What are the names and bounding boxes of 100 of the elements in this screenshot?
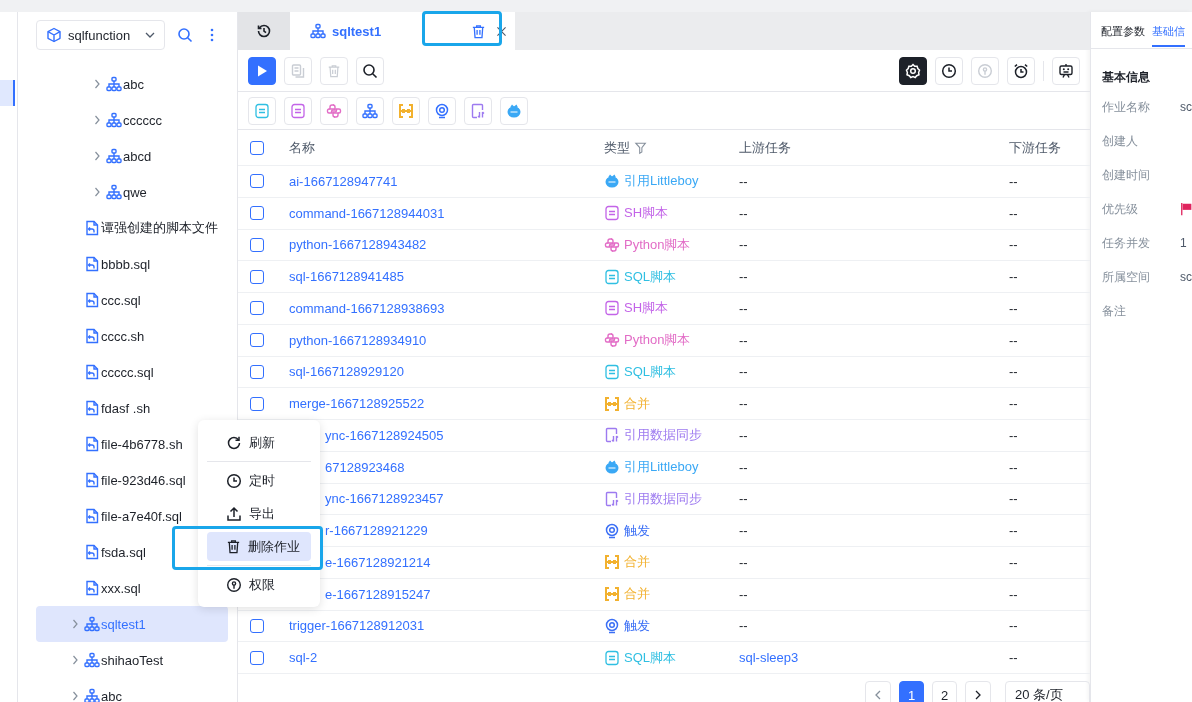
field-value: sc (1180, 100, 1192, 114)
flow-icon (106, 184, 122, 200)
table-cell: -- (1009, 523, 1018, 539)
littleboy-node-button[interactable] (500, 96, 528, 125)
file-icon (84, 220, 100, 236)
next-page-button[interactable] (965, 681, 991, 702)
job-name-link[interactable]: ai-1667128947741 (289, 173, 398, 189)
tree-item[interactable]: qwe (36, 174, 228, 210)
tree-item[interactable]: fdasf .sh (36, 390, 228, 426)
job-name-link[interactable]: e-1667128921214 (325, 554, 431, 570)
table-cell: -- (739, 459, 748, 475)
table-cell: -- (739, 237, 748, 253)
table-cell: -- (1009, 586, 1018, 602)
tree-item[interactable]: abcd (36, 138, 228, 174)
job-name-link[interactable]: sql-2 (289, 650, 318, 666)
clock-button[interactable] (935, 56, 963, 85)
table-cell: -- (1009, 300, 1018, 316)
table-cell: -- (739, 173, 748, 189)
row-checkbox[interactable] (250, 618, 264, 633)
history-tab[interactable] (238, 12, 290, 50)
job-name-link[interactable]: e-1667128915247 (325, 586, 431, 602)
more-icon (210, 28, 214, 42)
tree-item[interactable]: cccc.sh (36, 318, 228, 354)
tree-item[interactable]: 谭强创建的脚本文件 (36, 210, 228, 246)
more-button[interactable] (210, 28, 214, 42)
workspace-select[interactable]: sqlfunction (36, 20, 165, 50)
panel-tab[interactable]: 基础信 (1152, 20, 1185, 47)
page-size-select[interactable]: 20 条/页 (1005, 681, 1090, 702)
job-name-link[interactable]: command-1667128944031 (289, 205, 445, 221)
job-type: 引用数据同步 (624, 426, 702, 445)
row-checkbox[interactable] (250, 333, 264, 348)
key-icon (226, 576, 242, 593)
merge-node-button[interactable] (392, 96, 420, 125)
table-cell: -- (1009, 427, 1018, 443)
job-name-link[interactable]: ync-1667128923457 (325, 491, 444, 507)
job-type: SQL脚本 (624, 362, 676, 381)
filter-button[interactable] (634, 140, 648, 155)
job-name-link[interactable]: python-1667128934910 (289, 332, 427, 348)
robot-button[interactable] (1052, 56, 1080, 85)
table-cell: -- (1009, 364, 1018, 380)
robot-icon (1058, 62, 1074, 79)
tree-item[interactable]: abc (36, 66, 228, 102)
field-value: 1 (1180, 236, 1187, 250)
row-checkbox[interactable] (250, 206, 264, 221)
settings-button[interactable] (899, 56, 927, 85)
tab[interactable]: sqltest1 (290, 12, 515, 50)
table-cell: -- (739, 491, 748, 507)
job-name-link[interactable]: trigger-1667128912031 (289, 618, 425, 634)
python-node-button[interactable] (320, 96, 348, 125)
trash-icon (327, 63, 341, 78)
job-name-link[interactable]: python-1667128943482 (289, 237, 427, 253)
alarm-button[interactable] (1007, 56, 1035, 85)
tree-item[interactable]: bbbb.sql (36, 246, 228, 282)
trigger-node-button[interactable] (428, 96, 456, 125)
flag-icon (1180, 202, 1192, 216)
file-icon (84, 400, 100, 416)
job-name-link[interactable]: merge-1667128925522 (289, 396, 425, 412)
chevron-icon (92, 186, 102, 198)
field-label: 作业名称 (1102, 98, 1151, 116)
row-checkbox[interactable] (250, 650, 264, 665)
upstream-link[interactable]: sql-sleep3 (739, 650, 799, 666)
job-name-link[interactable]: ync-1667128924505 (325, 427, 444, 443)
tree-item[interactable]: ccc.sql (36, 282, 228, 318)
row-checkbox[interactable] (250, 301, 264, 316)
trash-icon (471, 23, 486, 39)
row-checkbox[interactable] (250, 269, 264, 284)
datasync-node-button[interactable] (464, 96, 492, 125)
job-name-link[interactable]: 67128923468 (325, 459, 405, 475)
row-checkbox[interactable] (250, 396, 264, 411)
job-type: 触发 (624, 521, 650, 540)
table-cell: -- (1009, 269, 1018, 285)
panel-tab[interactable]: 配置参数 (1101, 20, 1145, 47)
tree-item[interactable]: sqltest1 (36, 606, 228, 642)
flow-icon (84, 616, 100, 632)
tree-item[interactable]: shihaoTest (36, 642, 228, 678)
row-checkbox[interactable] (250, 237, 264, 252)
row-checkbox[interactable] (250, 174, 264, 189)
page-button[interactable]: 1 (899, 681, 924, 702)
page-button[interactable]: 2 (932, 681, 957, 702)
select-all-checkbox[interactable] (250, 140, 264, 155)
run-button[interactable] (248, 56, 276, 85)
tree-item[interactable]: cccccc (36, 102, 228, 138)
job-name-link[interactable]: sql-1667128941485 (289, 269, 404, 285)
search-button[interactable] (356, 56, 384, 85)
tree-item[interactable]: ccccc.sql (36, 354, 228, 390)
clock-icon (226, 472, 242, 489)
cube-icon (46, 27, 62, 43)
sql-node-button[interactable] (248, 96, 276, 125)
table-cell: -- (739, 427, 748, 443)
job-name-link[interactable]: sql-1667128929120 (289, 364, 404, 380)
job-name-link[interactable]: command-1667128938693 (289, 300, 445, 316)
row-checkbox[interactable] (250, 364, 264, 379)
flow-node-button[interactable] (356, 96, 384, 125)
sh-node-button[interactable] (284, 96, 312, 125)
job-name-link[interactable]: r-1667128921229 (325, 523, 428, 539)
upload-icon (226, 505, 242, 522)
table-cell: -- (1009, 459, 1018, 475)
table-cell: -- (739, 269, 748, 285)
menu-item[interactable]: 删除作业 (207, 532, 311, 561)
tree-item[interactable]: abc (36, 678, 228, 702)
